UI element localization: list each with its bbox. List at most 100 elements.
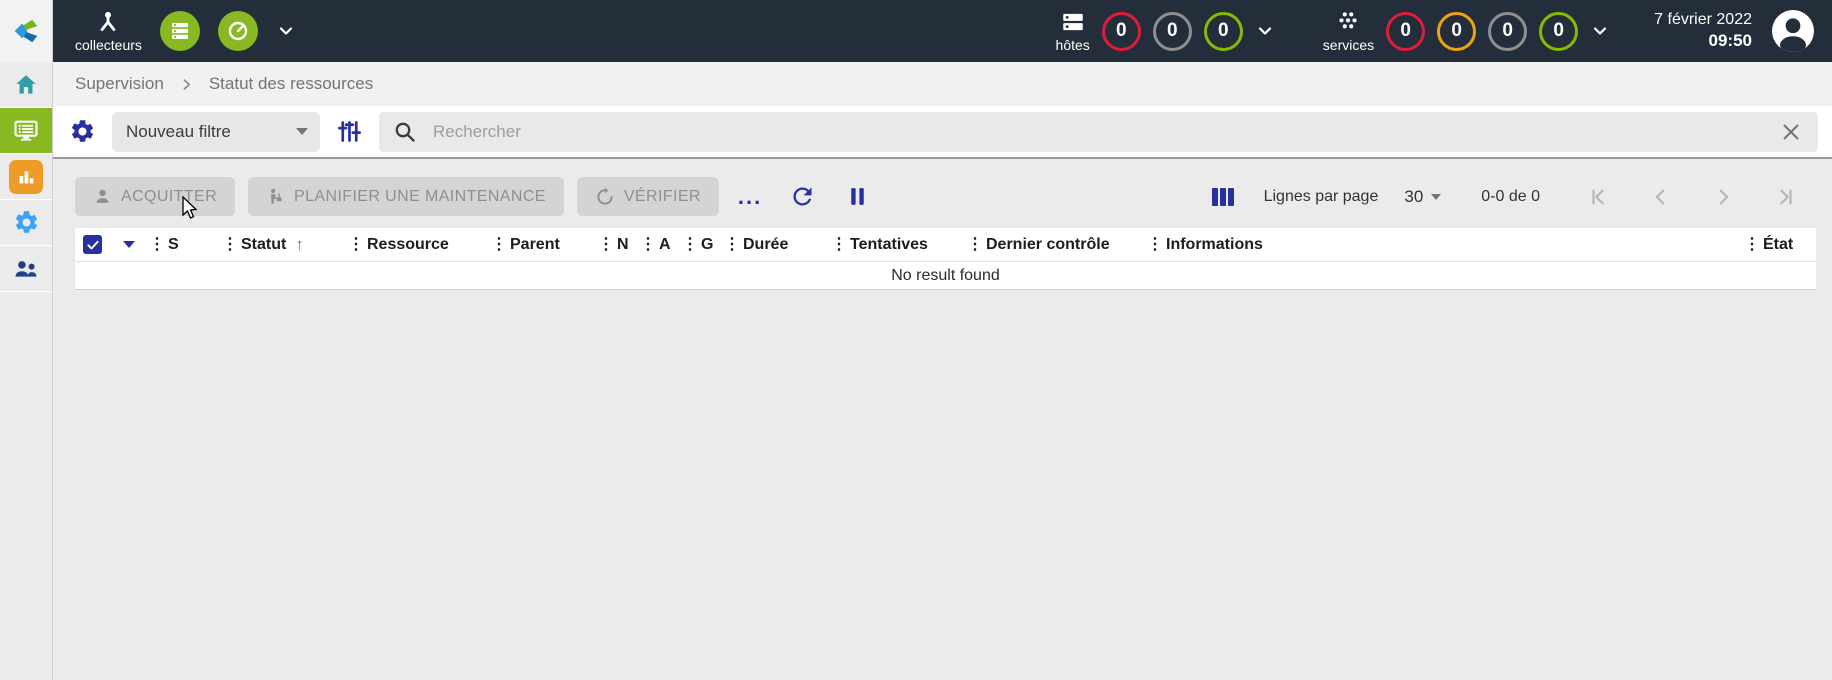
close-icon [1783, 124, 1799, 139]
column-header-graph[interactable]: ⋮ G [682, 236, 724, 254]
centreon-logo[interactable] [0, 0, 52, 62]
pollers-expand-button[interactable] [276, 21, 296, 41]
hosts-down-counter[interactable]: 0 [1101, 11, 1141, 51]
column-header-parent[interactable]: ⋮ Parent [491, 236, 598, 254]
sidebar-item-configuration[interactable] [0, 200, 52, 246]
pause-refresh-button[interactable] [837, 184, 878, 209]
next-page-button[interactable] [1692, 186, 1754, 208]
last-page-button[interactable] [1754, 186, 1816, 208]
pollers-hub-icon [101, 11, 116, 31]
sort-ascending-icon[interactable]: ↑ [295, 235, 304, 255]
hosts-unreachable-counter[interactable]: 0 [1152, 11, 1192, 51]
first-page-icon [1592, 189, 1604, 204]
sidebar-item-home[interactable] [0, 62, 52, 108]
poller-status-badge[interactable] [159, 11, 200, 51]
gear-icon [15, 211, 37, 233]
acknowledge-label: ACQUITTER [121, 187, 218, 205]
pollers-section: collecteurs [75, 9, 296, 53]
services-menu[interactable]: services [1323, 9, 1374, 53]
hosts-status-group: hôtes 0 0 0 [1056, 9, 1275, 53]
sidebar-item-administration[interactable] [0, 246, 52, 292]
drag-handle-icon[interactable]: ⋮ [640, 236, 656, 253]
refresh-button[interactable] [781, 183, 824, 210]
filter-settings-button[interactable] [67, 116, 98, 147]
drag-handle-icon[interactable]: ⋮ [682, 236, 698, 253]
rows-per-page-value: 30 [1404, 186, 1424, 206]
user-icon [1780, 18, 1806, 52]
home-icon [16, 74, 36, 94]
empty-table-message: No result found [75, 262, 1816, 290]
search-field[interactable] [379, 111, 1818, 152]
drag-handle-icon[interactable]: ⋮ [1147, 236, 1163, 253]
clock: 7 février 2022 09:50 [1654, 10, 1752, 53]
services-unknown-counter[interactable]: 0 [1488, 11, 1528, 51]
saved-filter-value: Nouveau filtre [126, 121, 231, 141]
check-button[interactable]: VÉRIFIER [576, 177, 719, 216]
downtime-button[interactable]: PLANIFIER UNE MAINTENANCE [248, 177, 564, 216]
drag-handle-icon[interactable]: ⋮ [149, 236, 165, 253]
saved-filter-select[interactable]: Nouveau filtre [112, 111, 320, 152]
drag-handle-icon[interactable]: ⋮ [831, 236, 847, 253]
hosts-expand-button[interactable] [1255, 21, 1275, 41]
clock-time: 09:50 [1708, 31, 1752, 51]
drag-handle-icon[interactable]: ⋮ [1744, 236, 1760, 253]
hosts-up-counter[interactable]: 0 [1203, 11, 1243, 51]
hosts-icon [1062, 13, 1083, 31]
select-all-checkbox[interactable] [83, 235, 102, 254]
rows-per-page-select[interactable]: 30 [1404, 186, 1442, 207]
column-header-severity[interactable]: ⋮ S [149, 236, 222, 254]
column-header-duration[interactable]: ⋮ Durée [724, 236, 831, 254]
person-icon [96, 189, 109, 203]
services-warning-counter[interactable]: 0 [1437, 11, 1477, 51]
caret-down-icon [296, 128, 308, 135]
column-header-information[interactable]: ⋮ Informations [1147, 236, 1744, 254]
column-header-tries[interactable]: ⋮ Tentatives [831, 236, 967, 254]
column-header-notes[interactable]: ⋮ N [598, 236, 640, 254]
check-icon [86, 240, 99, 249]
drag-handle-icon[interactable]: ⋮ [967, 236, 983, 253]
acknowledge-button[interactable]: ACQUITTER [75, 177, 236, 216]
first-page-button[interactable] [1568, 186, 1630, 208]
latency-status-badge[interactable] [217, 11, 258, 51]
user-avatar[interactable] [1772, 10, 1814, 52]
hosts-menu[interactable]: hôtes [1056, 9, 1090, 53]
monitor-icon [14, 120, 38, 141]
table-header-row: ⋮ S ⋮ Statut ↑ ⋮ Ressource ⋮ Parent ⋮ N … [75, 228, 1816, 262]
select-menu-caret[interactable] [123, 241, 135, 248]
sidebar-item-supervision[interactable] [0, 108, 52, 154]
poller-stack-icon [171, 23, 188, 39]
services-ok-counter[interactable]: 0 [1539, 11, 1579, 51]
tune-icon [338, 121, 361, 142]
column-header-status[interactable]: ⋮ Statut ↑ [222, 235, 348, 255]
drag-handle-icon[interactable]: ⋮ [491, 236, 507, 253]
breadcrumb-item-resource-status[interactable]: Statut des ressources [209, 74, 373, 94]
status-section: hôtes 0 0 0 services 0 0 0 0 7 février 2… [1056, 9, 1814, 53]
previous-page-button[interactable] [1630, 186, 1692, 208]
drag-handle-icon[interactable]: ⋮ [724, 236, 740, 253]
column-header-resource[interactable]: ⋮ Ressource [348, 236, 491, 254]
services-icon [1339, 12, 1358, 29]
column-header-last-check[interactable]: ⋮ Dernier contrôle [967, 236, 1147, 254]
refresh-icon [793, 187, 812, 206]
chevron-right-icon [1719, 189, 1729, 204]
sidebar-item-reporting[interactable] [0, 154, 52, 200]
more-actions-button[interactable]: ... [732, 185, 768, 207]
services-critical-counter[interactable]: 0 [1386, 11, 1426, 51]
pollers-menu[interactable]: collecteurs [75, 9, 142, 53]
chevron-down-icon [279, 27, 293, 35]
centreon-logo-icon [14, 19, 38, 43]
chevron-left-icon [1655, 189, 1665, 204]
column-header-state[interactable]: ⋮ État [1744, 236, 1816, 254]
services-expand-button[interactable] [1590, 21, 1610, 41]
advanced-filter-button[interactable] [334, 116, 365, 147]
column-header-action[interactable]: ⋮ A [640, 236, 682, 254]
drag-handle-icon[interactable]: ⋮ [598, 236, 614, 253]
search-input[interactable] [433, 121, 1762, 142]
breadcrumb-item-supervision[interactable]: Supervision [75, 74, 164, 94]
caret-down-icon [1431, 193, 1442, 200]
users-icon [15, 260, 37, 277]
drag-handle-icon[interactable]: ⋮ [348, 236, 364, 253]
drag-handle-icon[interactable]: ⋮ [222, 236, 238, 253]
edit-columns-button[interactable] [1208, 184, 1238, 210]
clear-search-button[interactable] [1778, 119, 1804, 145]
